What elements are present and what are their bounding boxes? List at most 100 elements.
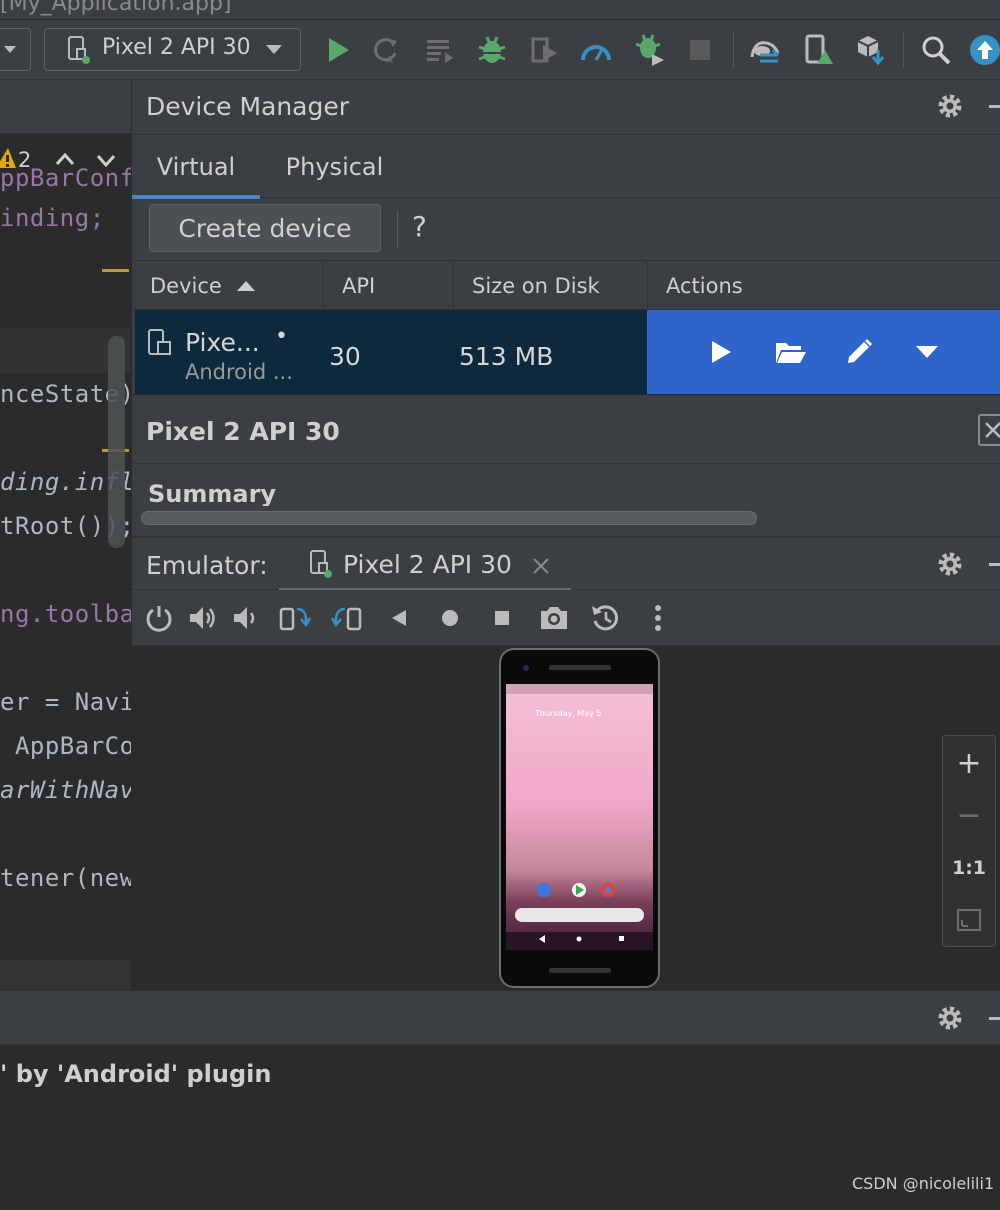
device-size: 513 MB (459, 342, 554, 371)
rotate-right-icon[interactable] (331, 602, 363, 634)
sdk-manager-icon[interactable] (854, 34, 886, 66)
emulator-toolbar (132, 590, 1000, 646)
device-name: Pixe... (185, 328, 260, 357)
volume-up-icon[interactable] (187, 602, 219, 634)
stop-icon[interactable] (684, 34, 716, 66)
phone-frame: Thursday, May 5 (499, 648, 660, 988)
tab-physical[interactable]: Physical (272, 135, 397, 199)
fit-screen-icon (957, 909, 981, 931)
profile-icon[interactable] (580, 34, 612, 66)
folder-open-icon (776, 343, 806, 363)
device-selector-label: Pixel 2 API 30 (102, 35, 251, 60)
selected-tab-indicator (132, 195, 260, 199)
tab-label: Virtual (156, 153, 236, 181)
device-api: 30 (329, 342, 361, 371)
home-icon[interactable] (434, 602, 466, 634)
column-header-api[interactable]: API (324, 261, 454, 311)
apply-changes-icon[interactable]: A (370, 34, 402, 66)
close-icon[interactable] (532, 557, 550, 575)
overview-icon[interactable] (486, 602, 518, 634)
toolbar-separator (397, 210, 398, 248)
apply-code-changes-icon[interactable] (424, 34, 456, 66)
minimize-icon[interactable] (989, 105, 1000, 108)
device-manager-icon[interactable] (802, 34, 834, 66)
close-icon (985, 422, 1000, 438)
device-table-header: Device API Size on Disk Actions (132, 260, 1000, 311)
gear-icon[interactable] (935, 91, 965, 121)
device-details-header: Pixel 2 API 30 (132, 394, 1000, 464)
minimize-icon[interactable] (989, 563, 1000, 566)
table-row[interactable]: Pixe... • Android ... 30 513 MB (135, 310, 1000, 394)
main-toolbar: Pixel 2 API 30 A (0, 20, 1000, 80)
panel-title: Emulator: (146, 551, 268, 580)
code-line: AppBarCo (0, 732, 131, 760)
window-title: [My_Application.app] (0, 0, 232, 16)
code-line: er = Navi (0, 688, 131, 716)
pencil-icon (848, 339, 872, 363)
toolbar-separator (733, 32, 734, 68)
zoom-actual-size-button[interactable]: 1:1 (951, 850, 987, 886)
horizontal-scrollbar[interactable] (141, 511, 757, 525)
phone-device-icon (148, 329, 171, 355)
edit-device-button[interactable] (841, 334, 877, 370)
code-line: ppBarConf (0, 164, 131, 192)
more-actions-button[interactable] (909, 334, 945, 370)
run-icon[interactable] (322, 34, 354, 66)
attach-debugger-icon[interactable] (634, 34, 666, 66)
bottom-tool-panel: ' by 'Android' plugin CSDN @nicolelili1 (0, 990, 1000, 1210)
chevron-down-icon (4, 46, 16, 53)
close-details-button[interactable] (978, 414, 1000, 446)
help-button[interactable]: ? (412, 210, 427, 243)
code-line: ng.toolba (0, 600, 131, 628)
column-header-device[interactable]: Device (132, 261, 324, 311)
power-icon[interactable] (143, 602, 175, 634)
screenshot-icon[interactable] (538, 602, 570, 634)
debug-icon[interactable] (476, 34, 508, 66)
snapshots-icon[interactable] (590, 602, 622, 634)
launch-emulator-button[interactable] (703, 334, 739, 370)
gear-icon[interactable] (935, 549, 965, 579)
zoom-controls: + − 1:1 (942, 735, 996, 947)
tab-emulator-device[interactable]: Pixel 2 API 30 (279, 538, 571, 592)
row-actions (647, 310, 1000, 394)
zoom-in-button[interactable]: + (951, 746, 987, 782)
sort-ascending-icon (236, 281, 255, 291)
back-icon[interactable] (383, 602, 415, 634)
rotate-left-icon[interactable] (279, 602, 311, 634)
editor-scrollbar[interactable] (108, 336, 125, 548)
column-header-actions: Actions (666, 274, 743, 298)
gear-icon[interactable] (935, 1003, 965, 1033)
zoom-fit-button[interactable] (951, 902, 987, 938)
editor-tab-bar (0, 80, 131, 134)
search-icon[interactable] (920, 34, 952, 66)
device-selector[interactable]: Pixel 2 API 30 (44, 28, 301, 71)
create-device-button[interactable]: Create device (149, 204, 381, 252)
code-editor[interactable]: 2 ppBarConfinding;e savedInnceState)ding… (0, 80, 131, 990)
svg-text:A: A (386, 55, 393, 65)
emulator-panel: Emulator: Pixel 2 API 30 Thursday, May 5… (131, 536, 1000, 990)
volume-down-icon[interactable] (230, 602, 262, 634)
device-subtitle: Android ... (185, 360, 293, 384)
show-on-disk-button[interactable] (773, 334, 809, 370)
code-line: tener(new (0, 864, 131, 892)
more-icon[interactable] (642, 602, 674, 634)
column-header-size[interactable]: Size on Disk (454, 261, 648, 311)
chevron-down-icon (266, 45, 282, 54)
run-coverage-icon[interactable] (528, 34, 560, 66)
editor-breadcrumb-bar (0, 960, 131, 990)
device-details-title: Pixel 2 API 30 (146, 417, 340, 446)
zoom-out-button[interactable]: − (951, 798, 987, 834)
tab-virtual[interactable]: Virtual (132, 135, 260, 199)
minimize-icon[interactable] (989, 1017, 1000, 1020)
fold-marker (102, 269, 129, 272)
toolbar-separator (903, 32, 904, 68)
emulator-tab-label: Pixel 2 API 30 (343, 550, 512, 579)
device-status-dot: • (275, 324, 288, 349)
emulator-header: Emulator: Pixel 2 API 30 (132, 536, 1000, 592)
phone-date: Thursday, May 5 (535, 709, 602, 718)
sync-gradle-icon[interactable] (748, 34, 780, 66)
details-section-title: Summary (148, 480, 277, 506)
update-icon[interactable] (969, 34, 1000, 66)
configuration-selector[interactable] (0, 28, 31, 71)
window-title-bar: [My_Application.app] (0, 0, 1000, 20)
